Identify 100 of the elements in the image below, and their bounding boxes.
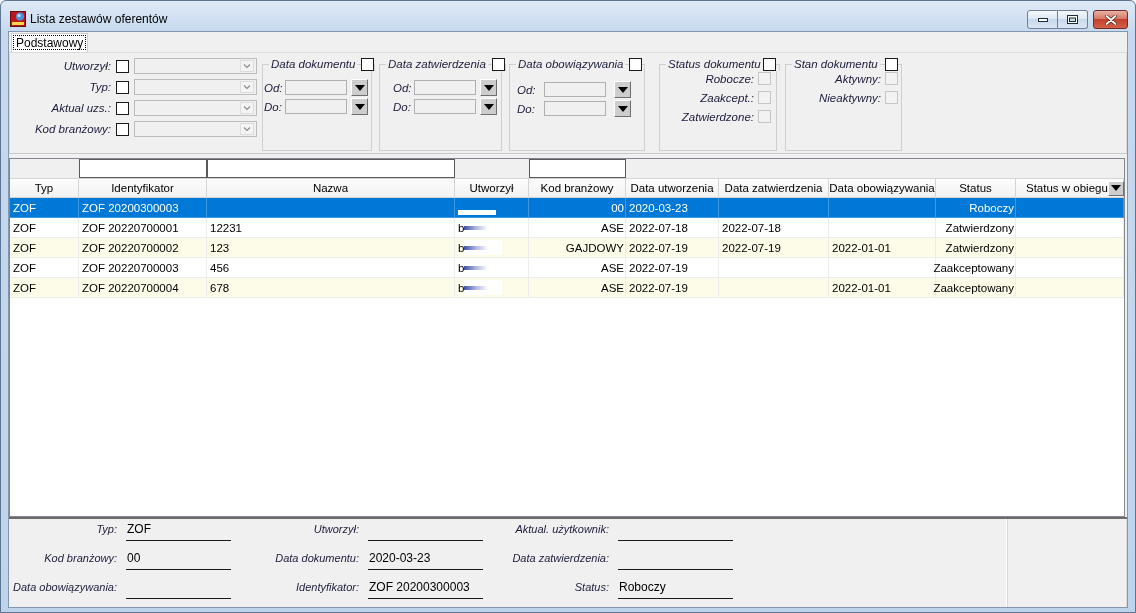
dropdown-button[interactable] bbox=[351, 98, 368, 115]
column-header[interactable]: Data obowiązywania bbox=[829, 182, 935, 194]
field-label: Typ: bbox=[96, 522, 118, 537]
date-field[interactable] bbox=[285, 80, 347, 95]
field-label: Status: bbox=[574, 580, 610, 595]
field-label: Od: bbox=[517, 83, 537, 96]
chevron-down-icon bbox=[240, 60, 254, 72]
group-title: Status dokumentu bbox=[667, 57, 762, 71]
column-header[interactable]: Utworzył bbox=[469, 182, 514, 194]
checkbox[interactable] bbox=[116, 101, 129, 115]
date-field[interactable] bbox=[544, 82, 606, 97]
blur-smudge bbox=[458, 210, 496, 215]
checkbox[interactable] bbox=[116, 80, 129, 94]
table-cell: b bbox=[458, 261, 465, 274]
caret-down-icon bbox=[354, 84, 365, 91]
checkbox[interactable] bbox=[361, 57, 375, 71]
column-header[interactable]: Data utworzenia bbox=[630, 182, 714, 194]
field-label: Typ: bbox=[88, 81, 111, 93]
table-cell: ZOF bbox=[10, 278, 79, 298]
dropdown-field[interactable] bbox=[134, 58, 257, 74]
field-label: Utworzył: bbox=[62, 60, 111, 72]
date-field[interactable] bbox=[285, 99, 347, 114]
field-label: Data dokumentu: bbox=[275, 551, 360, 566]
caret-down-icon bbox=[1110, 185, 1121, 191]
dropdown-field[interactable] bbox=[134, 79, 257, 95]
checkbox[interactable] bbox=[116, 59, 129, 73]
checkbox-label: Zaakcept.: bbox=[699, 91, 754, 104]
dropdown-button[interactable] bbox=[480, 98, 497, 115]
table-row[interactable]: ZOF ZOF 20220700004 678 b ASE 2022-07-19 2022-01-01 Zaakceptowany bbox=[10, 278, 1124, 298]
table-cell: b bbox=[458, 281, 465, 294]
field-label: Od: bbox=[393, 81, 413, 94]
table-cell: ZOF 20220700004 bbox=[79, 278, 207, 298]
tab[interactable]: Podstawowy bbox=[11, 33, 89, 52]
blur-smudge bbox=[464, 280, 503, 295]
close-button[interactable] bbox=[1093, 10, 1128, 29]
value-field: Roboczy bbox=[618, 580, 733, 599]
dropdown-field[interactable] bbox=[134, 100, 257, 116]
group-title: Data obowiązywania bbox=[517, 57, 625, 71]
dropdown-button[interactable] bbox=[480, 79, 497, 96]
dropdown-button[interactable] bbox=[614, 100, 631, 117]
chevron-down-icon bbox=[240, 102, 254, 114]
field-label: Kod branżowy: bbox=[44, 551, 118, 566]
column-header[interactable]: Identyfikator bbox=[111, 182, 174, 194]
table-cell: 2022-07-19 bbox=[626, 278, 719, 298]
value-field: ZOF bbox=[126, 522, 231, 541]
dropdown-button[interactable] bbox=[351, 79, 368, 96]
value-field: ZOF 20200300003 bbox=[368, 580, 483, 599]
checkbox[interactable] bbox=[491, 57, 505, 71]
table-cell: b bbox=[458, 221, 465, 234]
column-filter-field[interactable] bbox=[529, 159, 626, 178]
date-field[interactable] bbox=[544, 101, 606, 116]
table-cell: Zaakceptowany bbox=[936, 278, 1016, 298]
checkbox[interactable] bbox=[762, 57, 776, 71]
field-label: Aktual. użytkownik: bbox=[515, 522, 610, 537]
dropdown-field[interactable] bbox=[134, 121, 257, 137]
table-row[interactable]: ZOF ZOF 20220700001 12231 b ASE 2022-07-18 2022-07-18 Zatwierdzony bbox=[10, 218, 1124, 238]
column-header[interactable]: Nazwa bbox=[312, 182, 349, 194]
checkbox[interactable] bbox=[885, 57, 898, 71]
column-header[interactable]: Data zatwierdzenia bbox=[724, 182, 823, 194]
chevron-down-icon bbox=[240, 81, 254, 93]
field-label: Od: bbox=[264, 81, 284, 94]
caret-down-icon bbox=[483, 84, 494, 91]
checkbox-label: Nieaktywny: bbox=[819, 91, 881, 104]
field-label: Identyfikator: bbox=[296, 580, 360, 595]
column-header[interactable]: Kod branżowy bbox=[540, 182, 614, 194]
column-header[interactable]: Status bbox=[959, 182, 992, 194]
dropdown-button[interactable] bbox=[614, 81, 631, 98]
field-label: Data obowiązywania: bbox=[13, 580, 118, 595]
caret-down-icon bbox=[483, 103, 494, 110]
minimize-icon bbox=[1037, 17, 1048, 22]
maximize-button[interactable] bbox=[1058, 10, 1088, 29]
column-filter-field[interactable] bbox=[207, 159, 455, 178]
column-menu-button[interactable] bbox=[1107, 180, 1124, 196]
checkbox[interactable] bbox=[629, 57, 643, 71]
column-filter-field[interactable] bbox=[79, 159, 207, 178]
table-row[interactable]: ZOF ZOF 20220700003 456 b ASE 2022-07-19 Zaakceptowany bbox=[10, 258, 1124, 278]
close-icon bbox=[1104, 14, 1117, 25]
group-title: Data zatwierdzenia bbox=[387, 57, 487, 71]
blur-smudge bbox=[464, 240, 503, 255]
field-label: Do: bbox=[264, 100, 283, 113]
date-field[interactable] bbox=[414, 80, 476, 95]
table-cell: b bbox=[458, 241, 465, 254]
table-row[interactable]: ZOF ZOF 20200300003 00 2020-03-23 Roboczy bbox=[10, 198, 1124, 218]
date-field[interactable] bbox=[414, 99, 476, 114]
caret-down-icon bbox=[354, 103, 365, 110]
column-header[interactable]: Typ bbox=[34, 182, 54, 194]
value-field: 2020-03-23 bbox=[368, 551, 483, 570]
maximize-icon bbox=[1067, 15, 1078, 24]
minimize-button[interactable] bbox=[1027, 10, 1058, 29]
checkbox[interactable] bbox=[116, 122, 129, 136]
caret-down-icon bbox=[617, 86, 628, 93]
chevron-down-icon bbox=[240, 123, 254, 135]
table-row[interactable]: ZOF ZOF 20220700002 123 b GAJDOWY 2022-07-19 2022-07-19 2022-01-01 Zatwierdzony bbox=[10, 238, 1124, 258]
field-label: Data zatwierdzenia: bbox=[512, 551, 610, 566]
field-label: Do: bbox=[393, 100, 412, 113]
column-header[interactable]: Status w obiegu bbox=[1026, 182, 1108, 194]
checkbox-label: Aktywny: bbox=[833, 72, 881, 85]
caret-down-icon bbox=[617, 105, 628, 112]
field-label: Aktual uzs.: bbox=[50, 102, 111, 114]
value-field: 00 bbox=[126, 551, 231, 570]
